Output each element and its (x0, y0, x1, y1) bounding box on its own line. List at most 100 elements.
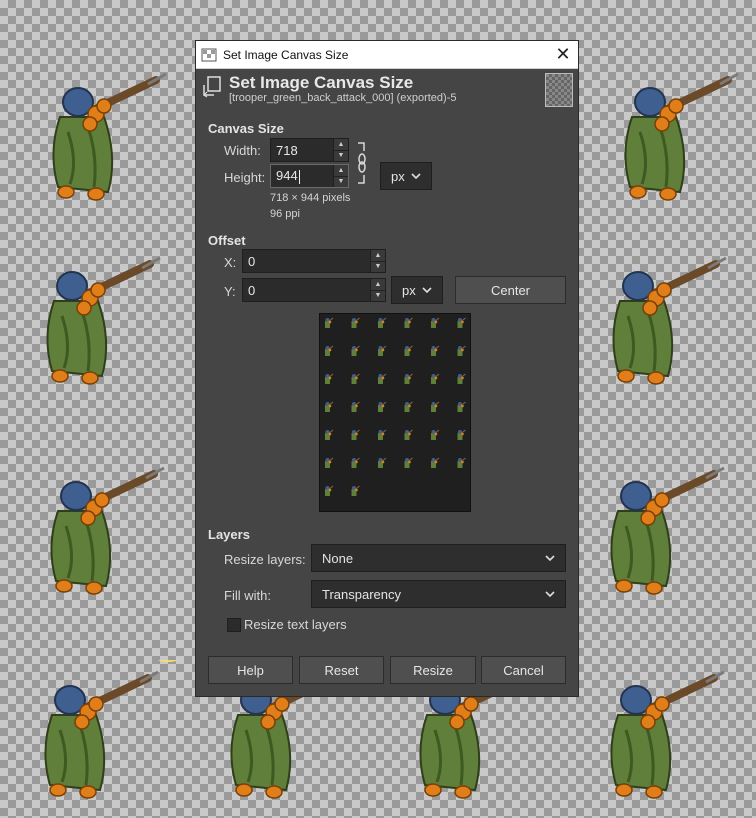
resolution-info: 96 ppi (270, 208, 300, 220)
offset-unit-value: px (402, 282, 416, 298)
offset-preview-area[interactable] (319, 313, 471, 512)
spin-up-icon[interactable]: ▲ (334, 139, 348, 151)
spin-down-icon[interactable]: ▼ (371, 261, 385, 272)
preview-sprite-frame (324, 373, 334, 385)
preview-sprite-frame (457, 345, 466, 357)
preview-sprite-frame (430, 345, 440, 357)
chevron-down-icon (545, 555, 555, 562)
spin-up-icon[interactable]: ▲ (334, 165, 348, 177)
offset-x-label: X: (224, 255, 237, 270)
title-bar[interactable]: Set Image Canvas Size ✕ (196, 41, 578, 69)
preview-sprite-frame (430, 401, 440, 413)
preview-sprite-frame (351, 429, 360, 441)
canvas-size-dialog: Set Image Canvas Size ✕ Set Image Canvas… (195, 40, 579, 697)
sprite-trooper (32, 246, 182, 386)
preview-sprite-frame (404, 401, 413, 413)
spin-up-icon[interactable]: ▲ (371, 279, 385, 291)
sprite-trooper-firing (596, 441, 746, 596)
preview-sprite-frame (430, 429, 440, 441)
header-title: Set Image Canvas Size (229, 73, 414, 92)
canvas-size-icon (203, 76, 221, 98)
canvas-unit-select[interactable]: px (380, 162, 432, 190)
offset-unit-select[interactable]: px (391, 276, 443, 304)
width-spinbox[interactable]: 718 ▲ ▼ (270, 138, 349, 162)
sprite-trooper (36, 456, 186, 596)
offset-x-input[interactable]: 0 (243, 254, 370, 269)
reset-button[interactable]: Reset (299, 656, 384, 684)
preview-sprite-frame (430, 373, 440, 385)
offset-y-input[interactable]: 0 (243, 283, 370, 298)
sprite-trooper (38, 62, 188, 202)
preview-sprite-frame (351, 485, 360, 497)
resize-button[interactable]: Resize (390, 656, 476, 684)
spin-down-icon[interactable]: ▼ (334, 176, 348, 187)
resize-text-layers-checkbox[interactable] (227, 618, 241, 632)
sprite-trooper (596, 660, 746, 800)
cancel-button[interactable]: Cancel (481, 656, 566, 684)
window-title: Set Image Canvas Size (223, 47, 349, 62)
preview-sprite-frame (430, 317, 440, 329)
text-caret (298, 169, 300, 184)
preview-sprite-frame (377, 401, 387, 413)
canvas-unit-value: px (391, 168, 405, 184)
preview-sprite-frame (404, 457, 413, 469)
preview-sprite-frame (457, 429, 466, 441)
preview-sprite-frame (351, 373, 360, 385)
preview-sprite-frame (377, 373, 387, 385)
preview-sprite-frame (377, 429, 387, 441)
preview-sprite-frame (457, 401, 466, 413)
resize-layers-value: None (322, 550, 354, 566)
help-button[interactable]: Help (208, 656, 293, 684)
preview-sprite-frame (377, 457, 387, 469)
resize-text-layers-label[interactable]: Resize text layers (244, 617, 347, 632)
sprite-trooper (598, 246, 748, 386)
spin-down-icon[interactable]: ▼ (371, 290, 385, 301)
preview-sprite-frame (457, 373, 466, 385)
sprite-trooper-firing (30, 642, 186, 800)
height-spinbox[interactable]: 944 ▲ ▼ (270, 164, 349, 188)
preview-sprite-frame (351, 401, 360, 413)
spin-up-icon[interactable]: ▲ (371, 250, 385, 262)
spin-down-icon[interactable]: ▼ (334, 150, 348, 161)
preview-sprite-frame (430, 457, 440, 469)
preview-sprite-frame (404, 317, 413, 329)
offset-y-spinbox[interactable]: 0 ▲ ▼ (242, 278, 386, 302)
preview-sprite-frame (324, 457, 334, 469)
size-info: 718 × 944 pixels (270, 192, 351, 204)
image-thumbnail (545, 73, 573, 107)
width-input[interactable]: 718 (271, 143, 333, 158)
preview-sprite-frame (324, 485, 334, 497)
close-button[interactable]: ✕ (548, 44, 578, 65)
dialog-header: Set Image Canvas Size [trooper_green_bac… (196, 69, 578, 109)
preview-sprite-frame (351, 345, 360, 357)
layers-section-title: Layers (208, 527, 250, 542)
canvas-size-section-title: Canvas Size (208, 121, 284, 136)
preview-sprite-frame (457, 317, 466, 329)
preview-sprite-frame (351, 457, 360, 469)
preview-sprite-frame (324, 401, 334, 413)
chevron-down-icon (411, 173, 421, 180)
preview-sprite-frame (324, 345, 334, 357)
gimp-app-icon (201, 48, 217, 61)
chevron-down-icon (545, 591, 555, 598)
height-input[interactable]: 944 (276, 168, 298, 183)
fill-with-value: Transparency (322, 586, 401, 602)
sprite-trooper (610, 62, 756, 202)
preview-sprite-frame (351, 317, 360, 329)
width-label: Width: (224, 143, 261, 158)
offset-y-label: Y: (224, 284, 236, 299)
offset-section-title: Offset (208, 233, 246, 248)
preview-sprite-frame (457, 457, 466, 469)
offset-x-spinbox[interactable]: 0 ▲ ▼ (242, 249, 386, 273)
fill-with-select[interactable]: Transparency (311, 580, 566, 608)
preview-sprite-frame (404, 429, 413, 441)
resize-layers-select[interactable]: None (311, 544, 566, 572)
center-button[interactable]: Center (455, 276, 566, 304)
sprite-sheet-preview (324, 317, 466, 497)
preview-sprite-frame (404, 345, 413, 357)
resize-layers-label: Resize layers: (224, 552, 306, 567)
preview-sprite-frame (377, 345, 387, 357)
chain-link-icon[interactable] (356, 141, 368, 185)
preview-sprite-frame (404, 373, 413, 385)
fill-with-label: Fill with: (224, 588, 271, 603)
